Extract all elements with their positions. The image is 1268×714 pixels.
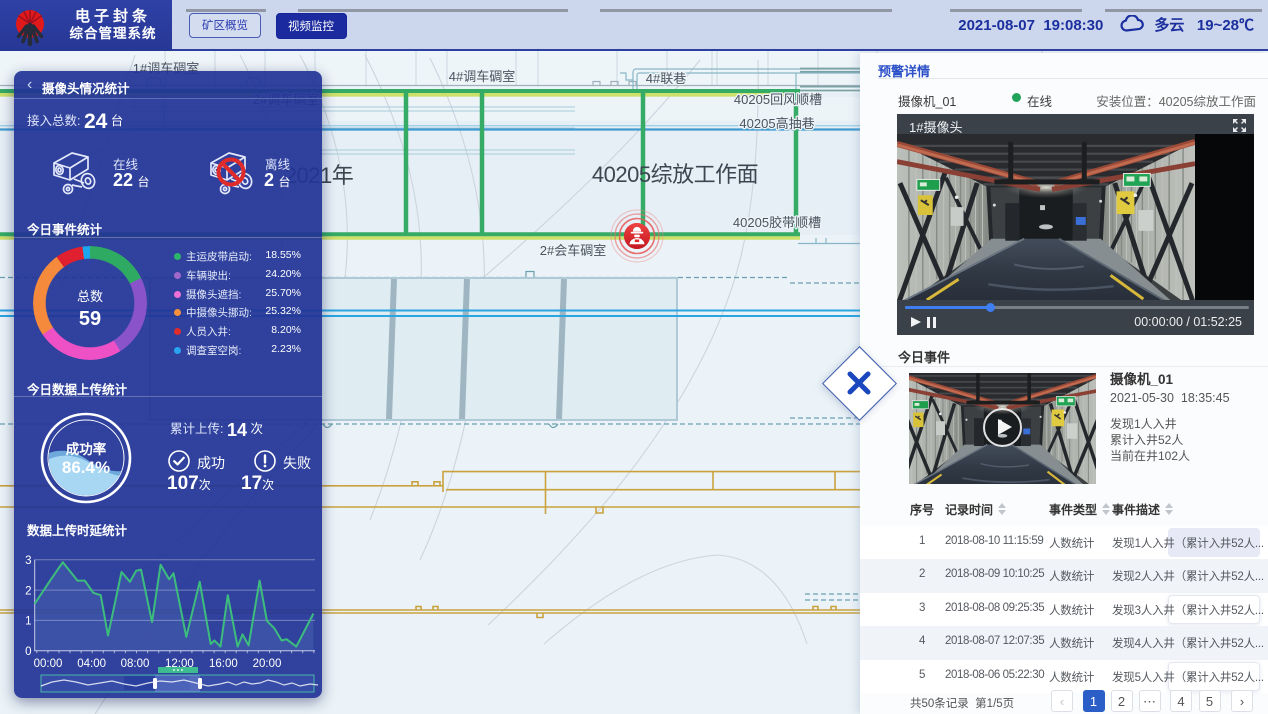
svg-text:1: 1: [25, 616, 31, 628]
svg-text:20:00: 20:00: [253, 658, 282, 670]
svg-text:2#会车碉室: 2#会车碉室: [540, 243, 606, 258]
svg-text:00:00: 00:00: [34, 658, 63, 670]
svg-text:40205胶带顺槽: 40205胶带顺槽: [733, 215, 821, 230]
svg-text:4#联巷: 4#联巷: [646, 71, 686, 86]
svg-text:04:00: 04:00: [77, 658, 106, 670]
svg-text:86.4%: 86.4%: [62, 458, 110, 477]
svg-text:4#调车碉室: 4#调车碉室: [449, 69, 515, 84]
svg-text:40205综放工作面: 40205综放工作面: [592, 162, 758, 187]
svg-text:08:00: 08:00: [121, 658, 150, 670]
svg-text:16:00: 16:00: [209, 658, 238, 670]
svg-text:40205高抽巷: 40205高抽巷: [739, 116, 814, 131]
svg-text:0: 0: [25, 646, 31, 658]
svg-text:3: 3: [25, 555, 31, 567]
svg-text:2: 2: [25, 586, 31, 598]
svg-text:40205回风顺槽: 40205回风顺槽: [734, 92, 822, 107]
svg-text:成功率: 成功率: [66, 441, 107, 457]
